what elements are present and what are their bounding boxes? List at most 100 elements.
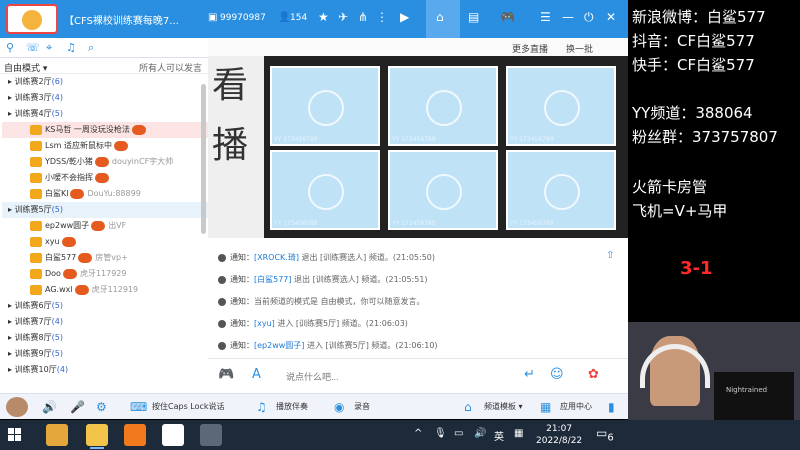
window-icon[interactable] xyxy=(200,424,222,446)
channel-item[interactable]: ▸ 训练赛10厅(4) xyxy=(2,362,208,378)
star-icon[interactable]: ★ xyxy=(318,10,329,24)
live-thumbnail[interactable]: YY 173456789 xyxy=(270,150,380,230)
add-user-icon[interactable]: ⚲ xyxy=(6,41,14,54)
app-center-button[interactable]: 应用中心 xyxy=(560,401,592,412)
user-item[interactable]: YDSS/乾小猪 douyinCF宇大帅 xyxy=(2,154,208,170)
overlay-yy-channel: YY频道：388064 xyxy=(632,104,753,122)
location-icon[interactable]: ⌖ xyxy=(46,41,52,55)
chat-user[interactable]: [ep2ww圆子] xyxy=(254,341,304,350)
user-icon: 👤 xyxy=(278,12,291,23)
notification-icon[interactable]: ▭6 xyxy=(596,426,614,443)
channel-item[interactable]: ▸ 训练赛3厅(4) xyxy=(2,90,208,106)
record-icon[interactable]: ◉ xyxy=(334,400,344,414)
chat-input[interactable] xyxy=(286,369,516,385)
channel-count: (4) xyxy=(51,317,63,326)
channel-name: 训练赛2厅 xyxy=(14,77,52,86)
speaker-icon[interactable]: 🔊 xyxy=(42,400,57,414)
channel-item[interactable]: ▸ 训练赛5厅(5) xyxy=(2,202,208,218)
input-method[interactable]: 英 xyxy=(494,428,504,443)
mode-select[interactable]: 自由模式 ▾ xyxy=(4,61,47,74)
user-item[interactable]: 小嗳不会指挥 xyxy=(2,170,208,186)
send-icon[interactable]: ↵ xyxy=(524,367,535,382)
badge-icon xyxy=(70,188,85,199)
live-thumbnail[interactable]: YY 173456789 xyxy=(388,150,498,230)
caps-lock-talk-button[interactable]: 按住Caps Lock说话 xyxy=(152,401,225,412)
video-icon[interactable]: ▶ xyxy=(400,10,409,24)
webcam-feed: Nightrained xyxy=(628,322,800,420)
live-thumbnail[interactable]: YY 173456789 xyxy=(388,66,498,146)
overlay-rocket: 火箭卡房管 xyxy=(632,178,708,196)
plane-icon[interactable]: ✈ xyxy=(338,10,348,24)
headset-icon[interactable]: ♫ xyxy=(66,41,76,54)
file-explorer-icon[interactable] xyxy=(46,424,68,446)
share-icon[interactable]: ⋔ xyxy=(358,10,368,24)
badge-icon xyxy=(62,268,77,279)
live-thumbnail[interactable]: YY 173456789 xyxy=(506,150,616,230)
close-icon[interactable]: ✕ xyxy=(606,10,616,24)
bars-icon[interactable]: ▮ xyxy=(608,400,615,414)
windows-start-icon[interactable] xyxy=(8,428,22,442)
mic-icon[interactable]: 🎤 xyxy=(70,400,85,414)
avatar[interactable] xyxy=(6,397,28,417)
channel-scrollbar[interactable] xyxy=(201,84,206,234)
channel-name: 训练赛3厅 xyxy=(14,93,52,102)
tab-home[interactable]: ⌂ xyxy=(426,0,460,38)
list-icon[interactable]: ▤ xyxy=(468,10,479,24)
template-icon[interactable]: ⌂ xyxy=(464,400,472,414)
user-item[interactable]: AG.wxl 虎牙112919 xyxy=(2,282,208,298)
yy-app-icon[interactable] xyxy=(86,424,108,449)
user-item[interactable]: xyu xyxy=(2,234,208,250)
gift-icon[interactable]: ✿ xyxy=(588,367,599,382)
emoji-icon[interactable]: ☺ xyxy=(550,367,564,382)
channel-item[interactable]: ▸ 训练赛9厅(5) xyxy=(2,346,208,362)
channel-item[interactable]: ▸ 训练赛8厅(5) xyxy=(2,330,208,346)
apps-icon[interactable]: ▦ xyxy=(540,400,551,414)
more-live-link[interactable]: 更多直播 xyxy=(512,42,548,55)
user-item[interactable]: 白鲨577 房管vp+ xyxy=(2,250,208,266)
minimize-icon[interactable]: — xyxy=(562,10,574,24)
record-button[interactable]: 录音 xyxy=(354,401,370,412)
crown-icon xyxy=(30,284,42,295)
channel-template-button[interactable]: 频道模板 ▾ xyxy=(484,401,523,412)
channel-item[interactable]: ▸ 训练赛7厅(4) xyxy=(2,314,208,330)
user-item[interactable]: Doo 虎牙117929 xyxy=(2,266,208,282)
scroll-up-icon[interactable]: ⇧ xyxy=(606,250,618,261)
browser-icon[interactable] xyxy=(162,424,184,446)
channel-item[interactable]: ▸ 训练赛4厅(5) xyxy=(2,106,208,122)
channel-title[interactable]: 【CFS裸校训练赛每晚7... xyxy=(64,12,204,27)
chevron-up-icon[interactable]: ^ xyxy=(414,428,422,439)
power-icon[interactable]: ⏻ xyxy=(584,10,594,25)
more-icon[interactable]: ⋮ xyxy=(376,10,388,24)
chat-user[interactable]: [白鲨577] xyxy=(254,275,292,284)
chat-icon[interactable]: ☏ xyxy=(26,41,40,54)
mic-icon[interactable]: 🎙 xyxy=(434,428,447,439)
live-thumbnail[interactable]: YY 173456789 xyxy=(270,66,380,146)
gamepad-icon[interactable]: 🎮 xyxy=(500,10,515,24)
play-music-button[interactable]: 播放伴奏 xyxy=(276,401,308,412)
clock[interactable]: 21:07 2022/8/22 xyxy=(536,423,582,447)
ime-grid-icon[interactable]: ▦ xyxy=(514,428,523,439)
network-icon[interactable]: ▭ xyxy=(454,428,463,439)
refresh-link[interactable]: 换一批 xyxy=(566,42,593,55)
channel-item[interactable]: ▸ 训练赛2厅(6) xyxy=(2,74,208,90)
music-icon[interactable]: ♫ xyxy=(256,400,267,414)
live-thumbnail[interactable]: YY 173456789 xyxy=(506,66,616,146)
user-item[interactable]: Lsm 适应新鼠标中 xyxy=(2,138,208,154)
chat-user[interactable]: [xyu] xyxy=(254,319,275,328)
speaker-icon xyxy=(218,319,226,328)
chat-user[interactable]: [XROCK.琦] xyxy=(254,253,299,262)
app-icon[interactable] xyxy=(124,424,146,446)
user-item[interactable]: KS马哲 一周没玩没枪法 xyxy=(2,122,208,138)
channel-item[interactable]: ▸ 训练赛6厅(5) xyxy=(2,298,208,314)
search-icon[interactable]: ⌕ xyxy=(88,41,94,55)
channel-count: (5) xyxy=(51,333,63,342)
user-item[interactable]: 白鲨Kl DouYu:88899 xyxy=(2,186,208,202)
settings-icon[interactable]: ⚙ xyxy=(96,400,107,414)
volume-icon[interactable]: 🔊 xyxy=(474,428,486,439)
user-item[interactable]: ep2ww圆子 出VF xyxy=(2,218,208,234)
menu-icon[interactable]: ☰ xyxy=(540,10,551,24)
app-logo[interactable] xyxy=(6,4,58,34)
font-icon[interactable]: A xyxy=(252,367,261,382)
gamepad-icon[interactable]: 🎮 xyxy=(218,367,234,382)
keyboard-icon[interactable]: ⌨ xyxy=(130,400,147,414)
